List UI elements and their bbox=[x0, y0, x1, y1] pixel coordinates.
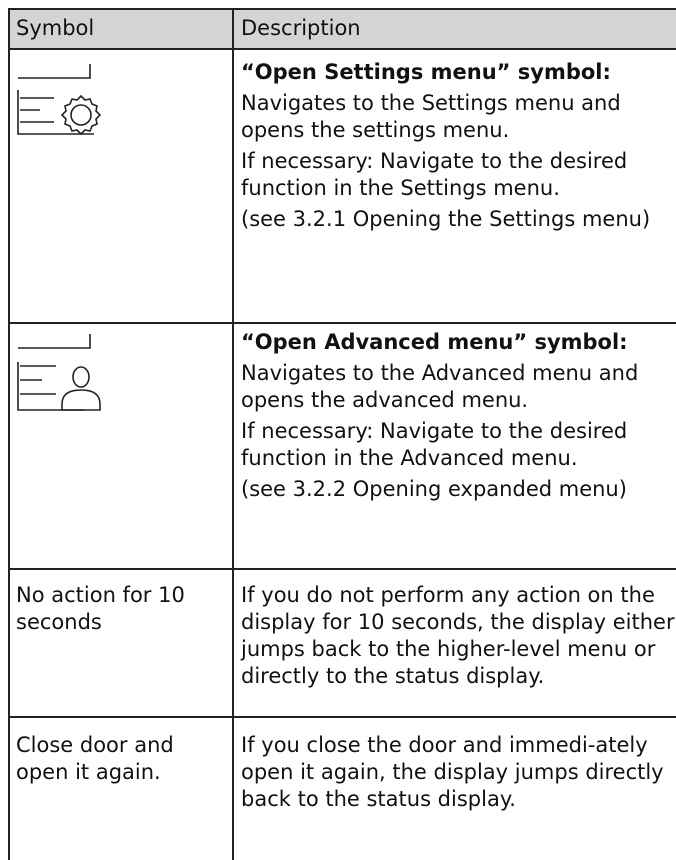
row-paragraph: If necessary: Navigate to the desired fu… bbox=[241, 419, 628, 470]
symbol-cell bbox=[8, 50, 233, 138]
row-symbol-text: No action for 10 seconds bbox=[16, 583, 185, 634]
row-paragraph: Navigates to the Settings menu and opens… bbox=[241, 91, 621, 142]
row-divider bbox=[8, 48, 676, 50]
description-cell: If you close the door and immedi-ately o… bbox=[233, 718, 676, 817]
symbol-description-table: Symbol Description “Open Settings menu” bbox=[8, 8, 676, 860]
table-row: No action for 10 seconds If you do not p… bbox=[8, 570, 676, 716]
description-cell: If you do not perform any action on the … bbox=[233, 570, 676, 694]
header-symbol-cell: Symbol bbox=[8, 8, 233, 44]
row-paragraph: (see 3.2.2 Opening expanded menu) bbox=[241, 477, 627, 501]
symbol-cell: No action for 10 seconds bbox=[8, 570, 233, 638]
row-title: “Open Advanced menu” symbol: bbox=[241, 330, 628, 354]
row-paragraph: (see 3.2.1 Opening the Settings menu) bbox=[241, 207, 651, 231]
description-cell: “Open Settings menu” symbol: Navigates t… bbox=[233, 50, 676, 237]
symbol-cell bbox=[8, 324, 233, 414]
row-divider bbox=[8, 568, 676, 570]
symbol-cell: Close door and open it again. bbox=[8, 718, 233, 788]
settings-menu-icon bbox=[17, 64, 102, 136]
header-description-cell: Description bbox=[233, 8, 676, 42]
row-divider bbox=[8, 716, 676, 718]
table-row: Close door and open it again. If you clo… bbox=[8, 718, 676, 860]
table-border-left bbox=[8, 8, 10, 860]
row-paragraph: Navigates to the Advanced menu and opens… bbox=[241, 361, 639, 412]
row-symbol-text: Close door and open it again. bbox=[16, 733, 174, 784]
row-divider bbox=[8, 322, 676, 324]
header-symbol: Symbol bbox=[16, 16, 95, 40]
description-cell: “Open Advanced menu” symbol: Navigates t… bbox=[233, 324, 676, 507]
column-divider bbox=[232, 8, 234, 860]
table-border-top bbox=[8, 8, 676, 10]
row-paragraph: If you do not perform any action on the … bbox=[241, 583, 675, 688]
table-row: “Open Advanced menu” symbol: Navigates t… bbox=[8, 324, 676, 568]
table-header-row: Symbol Description bbox=[8, 8, 676, 48]
table-row: “Open Settings menu” symbol: Navigates t… bbox=[8, 50, 676, 322]
advanced-menu-user-icon bbox=[17, 334, 101, 411]
row-title: “Open Settings menu” symbol: bbox=[241, 60, 611, 84]
row-paragraph: If necessary: Navigate to the desired fu… bbox=[241, 149, 628, 200]
header-description: Description bbox=[241, 16, 361, 40]
row-paragraph: If you close the door and immedi-ately o… bbox=[241, 733, 664, 811]
